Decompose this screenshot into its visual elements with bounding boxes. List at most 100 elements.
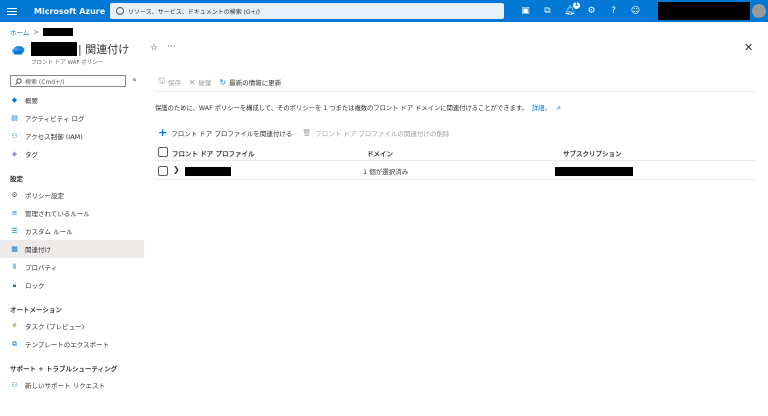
remove-association-label: フロント ドア プロファイルの関連付けの削除 <box>315 130 450 138</box>
column-header-subscription[interactable]: サブスクリプション <box>563 148 622 158</box>
page-title: | 関連付け <box>78 43 130 56</box>
sidebar-item-label: 新しいサポート リクエスト <box>25 382 106 390</box>
save-button[interactable]: 🖫︎ 保存 <box>158 75 181 89</box>
sidebar-item-policy-settings[interactable]: ⚙ ポリシー設定 <box>0 186 144 204</box>
remove-association-button[interactable]: 🗑︎ フロント ドア プロファイルの関連付けの削除 <box>302 128 449 138</box>
description-text: 保護のために、WAF ポリシーを構成して、そのポリシーを 1 つまたは複数のフロ… <box>155 103 561 112</box>
sidebar-item-label: プロパティ <box>25 264 58 272</box>
favorite-star-icon[interactable]: ☆ <box>150 43 158 53</box>
sidebar-item-properties[interactable]: ⦀ プロパティ <box>0 258 144 276</box>
cloud-shell-icon[interactable]: ▣ <box>520 6 531 17</box>
custom-rules-icon: ☰ <box>11 227 18 235</box>
profile-name-redacted[interactable] <box>185 167 231 176</box>
refresh-button[interactable]: ↻ 最新の情報に更新 <box>219 77 282 88</box>
associate-profile-button[interactable]: + フロント ドア プロファイルを関連付ける <box>158 126 293 139</box>
sidebar-item-label: 管理されているルール <box>25 210 90 218</box>
column-header-profile[interactable]: フロント ドア プロファイル <box>172 148 255 158</box>
resource-name-redacted <box>31 42 77 56</box>
close-icon[interactable]: ✕ <box>744 41 753 54</box>
directory-filter-icon[interactable]: ⧉ <box>542 6 553 17</box>
sidebar-item-overview[interactable]: ◆ 概要 <box>0 91 144 109</box>
lock-icon: 🔒︎ <box>12 280 17 289</box>
subscription-redacted <box>555 167 633 176</box>
sidebar-item-label: カスタム ルール <box>25 228 73 236</box>
sidebar-item-export-template[interactable]: ⧉ テンプレートのエクスポート <box>0 335 144 353</box>
overview-icon: ◆ <box>11 96 18 104</box>
plus-icon: + <box>158 126 168 139</box>
sidebar-item-label: ポリシー設定 <box>25 192 64 200</box>
gear-icon: ⚙ <box>11 191 18 199</box>
breadcrumb: ホーム > <box>10 27 73 37</box>
discard-label: 破棄 <box>198 79 212 87</box>
front-door-waf-icon <box>12 46 25 55</box>
discard-icon: ✕ <box>188 77 196 87</box>
global-search-placeholder: リソース、サービス、ドキュメントの検索 (G+/) <box>128 8 260 16</box>
save-icon: 🖫︎ <box>158 76 165 85</box>
sidebar-item-label: アクティビティ ログ <box>25 115 85 123</box>
column-header-domain[interactable]: ドメイン <box>367 148 393 158</box>
sidebar-item-label: アクセス制御 (IAM) <box>25 133 83 141</box>
external-link-icon[interactable]: ⇗ <box>556 105 561 112</box>
row-checkbox[interactable] <box>158 166 168 176</box>
help-icon[interactable]: ? <box>608 6 619 17</box>
domain-count[interactable]: 1 個が選択済み <box>363 166 408 176</box>
global-search-input[interactable]: リソース、サービス、ドキュメントの検索 (G+/) <box>110 3 504 19</box>
page-subtitle: フロント ドア WAF ポリシー <box>31 60 104 66</box>
sidebar-item-new-support-request[interactable]: ⚇ 新しいサポート リクエスト <box>0 376 144 394</box>
select-all-checkbox[interactable] <box>158 147 168 157</box>
tag-icon: ◈ <box>11 150 18 158</box>
activity-log-icon: ▤ <box>11 114 18 122</box>
sidebar-search-placeholder: 検索 (Cmd+/) <box>25 78 65 86</box>
section-header-automation: オートメーション <box>10 306 62 314</box>
feedback-icon[interactable]: ☺ <box>630 6 641 17</box>
search-icon <box>116 7 124 15</box>
notification-badge: 1 <box>573 1 580 9</box>
sidebar-item-association[interactable]: ▦ 関連付け <box>0 240 144 258</box>
sidebar-item-tasks[interactable]: ⚘ タスク (プレビュー) <box>0 317 144 335</box>
sidebar-item-activity-log[interactable]: ▤ アクティビティ ログ <box>0 109 144 127</box>
breadcrumb-home[interactable]: ホーム <box>10 27 29 37</box>
section-header-settings: 設定 <box>10 175 23 183</box>
sidebar-search-input[interactable]: 検索 (Cmd+/) <box>10 75 126 87</box>
sidebar-item-label: タスク (プレビュー) <box>25 323 85 331</box>
refresh-label: 最新の情報に更新 <box>229 79 282 87</box>
sidebar-item-managed-rules[interactable]: ≡ 管理されているルール <box>0 204 144 222</box>
save-label: 保存 <box>167 79 181 87</box>
breadcrumb-separator: > <box>33 28 39 36</box>
association-actions: + フロント ドア プロファイルを関連付ける 🗑︎ フロント ドア プロファイル… <box>158 126 449 139</box>
search-icon <box>15 77 22 85</box>
breadcrumb-resource-redacted[interactable] <box>42 28 73 36</box>
notifications-icon[interactable]: 🔔︎ 1 <box>564 1 580 17</box>
more-options-icon[interactable]: ··· <box>167 42 176 52</box>
properties-icon: ⦀ <box>12 262 17 271</box>
sidebar-item-lock[interactable]: 🔒︎ ロック <box>0 276 144 294</box>
expand-chevron-icon[interactable]: ❯ <box>173 165 180 174</box>
account-info-redacted[interactable] <box>658 2 750 20</box>
sidebar-item-label: 関連付け <box>25 246 51 254</box>
table-row[interactable]: ❯ 1 個が選択済み <box>155 162 755 180</box>
learn-more-link[interactable]: 詳細。 <box>532 105 551 112</box>
menu-icon[interactable] <box>0 0 24 22</box>
description-body: 保護のために、WAF ポリシーを構成して、そのポリシーを 1 つまたは複数のフロ… <box>155 105 528 112</box>
discard-button[interactable]: ✕ 破棄 <box>188 77 212 88</box>
sidebar-item-label: 概要 <box>25 97 38 105</box>
settings-gear-icon[interactable]: ⚙ <box>586 6 597 17</box>
sidebar-item-tags[interactable]: ◈ タグ <box>0 145 144 163</box>
sidebar-item-custom-rules[interactable]: ☰ カスタム ルール <box>0 222 144 240</box>
refresh-icon: ↻ <box>219 77 227 87</box>
sidebar-item-label: ロック <box>25 282 45 290</box>
association-icon: ▦ <box>11 245 18 253</box>
tasks-icon: ⚘ <box>11 322 18 330</box>
managed-rules-icon: ≡ <box>11 209 18 217</box>
trash-icon: 🗑︎ <box>302 129 312 137</box>
export-template-icon: ⧉ <box>12 339 17 348</box>
top-bar: Microsoft Azure リソース、サービス、ドキュメントの検索 (G+/… <box>0 0 768 22</box>
sidebar-item-label: テンプレートのエクスポート <box>25 341 110 349</box>
support-request-icon: ⚇ <box>11 381 18 389</box>
command-bar: 🖫︎ 保存 ✕ 破棄 ↻ 最新の情報に更新 <box>158 75 289 89</box>
avatar[interactable] <box>752 4 766 18</box>
sidebar-item-iam[interactable]: ⚇ アクセス制御 (IAM) <box>0 127 144 145</box>
associate-profile-label: フロント ドア プロファイルを関連付ける <box>171 130 293 138</box>
toolbar-divider <box>155 91 755 92</box>
collapse-sidebar-icon[interactable]: « <box>132 75 137 84</box>
